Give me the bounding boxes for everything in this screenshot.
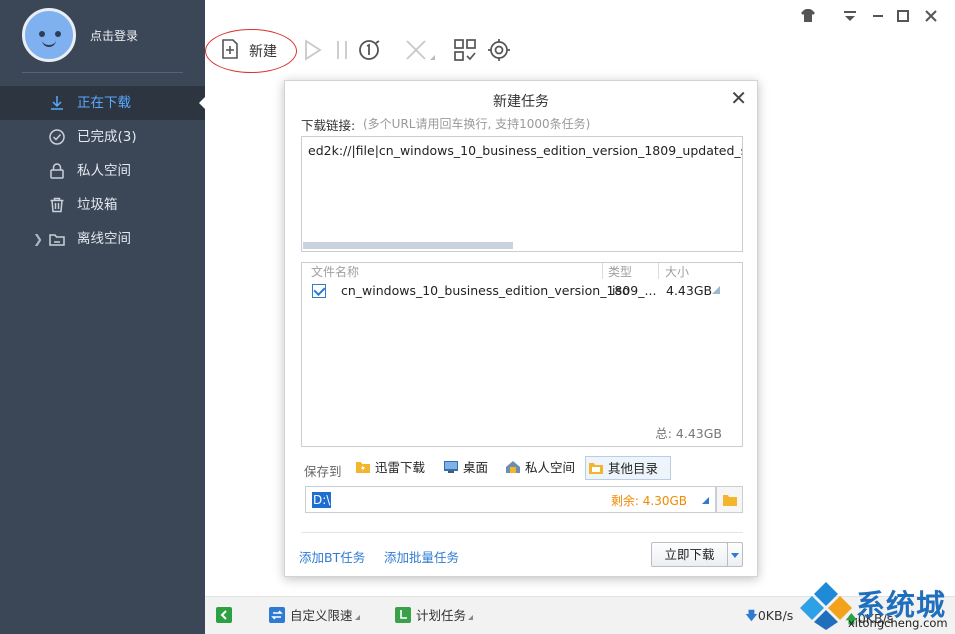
save-option-desktop[interactable]: 桌面 (441, 456, 488, 480)
url-value: ed2k://|file|cn_windows_10_business_edit… (308, 143, 743, 158)
download-icon (51, 96, 63, 110)
add-batch-task-link[interactable]: 添加批量任务 (384, 547, 459, 566)
sidebar-item-offline-space[interactable]: ❯ 离线空间 (0, 222, 205, 256)
chevron-left-icon (220, 610, 227, 620)
sidebar-item-downloading[interactable]: 正在下载 (0, 86, 205, 120)
minimize-icon[interactable] (870, 8, 886, 24)
menu-icon[interactable] (842, 8, 858, 24)
play-icon[interactable] (300, 38, 324, 62)
thunder-folder-icon (356, 462, 370, 473)
save-path-input[interactable]: D:\ 剩余: 4.30GB (305, 486, 716, 513)
new-task-button[interactable]: 新建 (219, 36, 299, 66)
collapse-sidebar-button[interactable] (216, 607, 232, 623)
sidebar-nav: 正在下载 已完成(3) 私人空间 垃圾箱 ❯ 离线空间 (0, 86, 205, 256)
column-header-type: 类型 (608, 265, 633, 279)
total-size: 总: 4.43GB (655, 426, 722, 441)
save-option-label: 其他目录 (608, 461, 659, 476)
folder-icon (589, 463, 603, 474)
avatar[interactable] (22, 8, 76, 62)
download-now-button[interactable]: 立即下载 (651, 542, 728, 567)
new-task-label: 新建 (249, 44, 277, 60)
sidebar-item-label: 离线空间 (77, 231, 131, 247)
url-input[interactable]: ed2k://|file|cn_windows_10_business_edit… (301, 136, 743, 252)
dialog-close-icon[interactable]: ✕ (730, 88, 747, 108)
skin-icon[interactable] (800, 8, 816, 24)
download-speed: 🡇0KB/s (745, 607, 793, 628)
column-divider (602, 263, 603, 279)
save-path-value: D:\ (312, 492, 332, 508)
file-name: cn_windows_10_business_edition_version_1… (341, 283, 657, 298)
schedule-icon (395, 607, 411, 623)
avatar-mouth-icon (42, 39, 56, 47)
settings-icon[interactable] (487, 38, 511, 62)
delete-options-corner-icon[interactable] (430, 55, 435, 60)
file-size: 4.43GB (666, 283, 713, 298)
toolbar: 新建 (205, 0, 955, 78)
avatar-eye-icon (39, 31, 45, 37)
add-bt-task-link[interactable]: 添加BT任务 (299, 547, 365, 566)
speed-limit-icon[interactable] (357, 38, 381, 62)
save-to-label: 保存到 (304, 464, 342, 479)
close-icon[interactable] (923, 8, 939, 24)
open-folder-icon (723, 495, 737, 506)
save-option-thunder[interactable]: 迅雷下载 (353, 456, 425, 480)
watermark-url: xitongcheng.com (848, 616, 948, 630)
scheduled-task-button[interactable]: 计划任务 (395, 607, 474, 625)
new-file-icon (222, 39, 238, 59)
column-header-size: 大小 (665, 265, 690, 279)
dropdown-corner-icon (468, 615, 474, 620)
arrow-down-icon: 🡇 (745, 608, 758, 623)
cloud-folder-icon (49, 234, 65, 246)
browse-folder-button[interactable] (716, 486, 743, 513)
sidebar-item-label: 垃圾箱 (77, 197, 118, 213)
scheduled-task-label: 计划任务 (416, 608, 467, 623)
login-link[interactable]: 点击登录 (90, 27, 138, 44)
speed-limit-icon (269, 607, 285, 623)
dialog-title: 新建任务 (493, 94, 549, 110)
file-list: 文件名称 类型 大小 cn_windows_10_business_editio… (301, 262, 743, 447)
horizontal-scrollbar[interactable] (303, 242, 513, 249)
download-options-dropdown[interactable] (727, 542, 743, 567)
sidebar-item-completed[interactable]: 已完成(3) (0, 120, 205, 154)
chevron-right-icon[interactable]: ❯ (33, 222, 43, 256)
file-size-corner-icon (712, 286, 720, 294)
file-type: iso (612, 283, 630, 298)
desktop-icon (444, 461, 458, 473)
sidebar-item-label: 私人空间 (77, 163, 131, 179)
download-link-hint: (多个URL请用回车换行, 支持1000条任务) (363, 117, 591, 131)
lock-icon (50, 163, 64, 179)
sidebar-item-label: 正在下载 (77, 95, 131, 111)
pause-icon[interactable] (330, 38, 354, 62)
dropdown-corner-icon (354, 615, 360, 620)
sidebar-item-private-space[interactable]: 私人空间 (0, 154, 205, 188)
sidebar: 点击登录 正在下载 已完成(3) 私人空间 垃圾箱 ❯ 离线空间 (0, 0, 205, 634)
custom-speed-limit-label: 自定义限速 (290, 608, 353, 623)
save-option-label: 桌面 (463, 460, 489, 475)
sidebar-item-label: 已完成(3) (77, 129, 137, 145)
maximize-icon[interactable] (895, 8, 911, 24)
path-dropdown-corner-icon[interactable] (702, 497, 709, 504)
select-all-icon[interactable] (453, 38, 477, 62)
trash-icon (50, 197, 64, 213)
check-circle-icon (49, 129, 65, 145)
save-option-other-directory[interactable]: 其他目录 (585, 456, 671, 480)
save-option-label: 私人空间 (525, 460, 576, 475)
save-option-label: 迅雷下载 (375, 460, 426, 475)
custom-speed-limit-button[interactable]: 自定义限速 (269, 607, 360, 625)
watermark-logo-icon (800, 582, 852, 630)
new-task-dialog: 新建任务 ✕ 下载链接: (多个URL请用回车换行, 支持1000条任务) ed… (284, 80, 758, 577)
delete-icon[interactable] (404, 38, 428, 62)
column-divider (658, 263, 659, 279)
free-space-label: 剩余: 4.30GB (610, 494, 687, 508)
column-header-name: 文件名称 (311, 265, 360, 279)
sidebar-divider (22, 72, 183, 73)
private-space-icon (506, 461, 520, 473)
file-checkbox[interactable] (312, 284, 326, 298)
avatar-eye-icon (55, 31, 61, 37)
save-option-private-space[interactable]: 私人空间 (503, 456, 575, 480)
sidebar-item-trash[interactable]: 垃圾箱 (0, 188, 205, 222)
dialog-divider (301, 532, 743, 533)
download-speed-value: 0KB/s (757, 608, 794, 623)
download-link-label: 下载链接: (301, 118, 356, 133)
